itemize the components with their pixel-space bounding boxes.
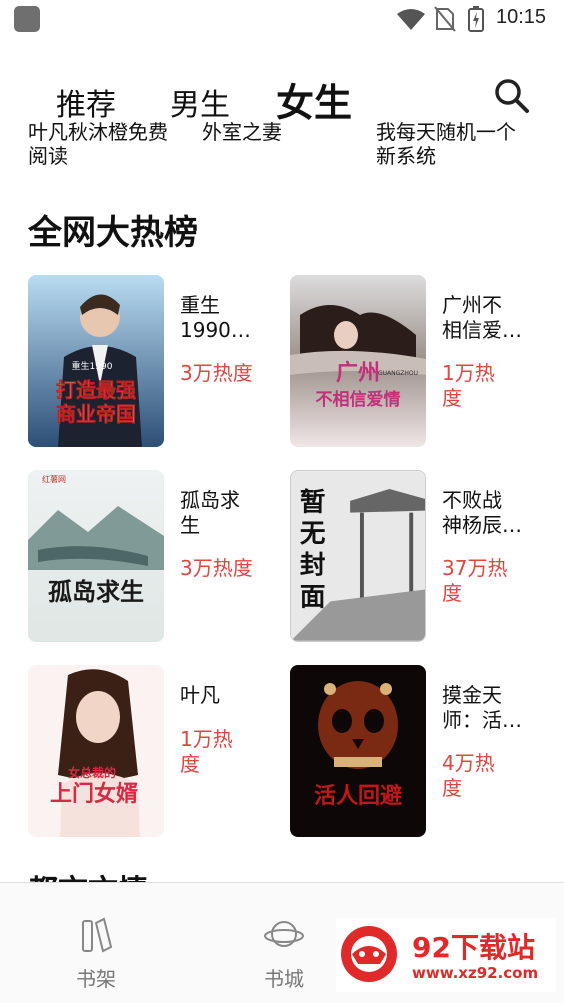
tab-male[interactable]: 男生 — [170, 80, 230, 124]
cover-title-text: 打造最强 — [56, 378, 136, 402]
status-bar: 10:15 — [0, 0, 564, 40]
nav-bookstore[interactable]: 书城 — [244, 915, 324, 992]
cover-title-text: 暂 — [300, 487, 326, 518]
book-card[interactable]: 活人回避 摸金天 师：活… 4万热 度 — [290, 665, 540, 840]
cover-title-text: 不相信爱情 — [316, 389, 401, 410]
watermark-logo-icon — [341, 926, 397, 982]
book-title[interactable]: 广州不 相信爱… — [442, 293, 532, 343]
book-card[interactable]: 女总裁的 上门女婿 叶凡 1万热 度 — [28, 665, 278, 840]
watermark-name: 92下载站 — [412, 931, 535, 964]
book-card[interactable]: 暂 无 封 面 不败战 神杨辰… 37万热 度 — [290, 470, 540, 645]
cover-small-text: 红薯网 — [42, 474, 66, 484]
cover-small-text: 女总裁的 — [68, 765, 116, 780]
tab-recommend[interactable]: 推荐 — [56, 80, 116, 124]
cover-title-text: 孤岛求生 — [48, 578, 144, 606]
book-card[interactable]: 广州 不相信爱情 GUANGZHOU 广州不 相信爱… 1万热 度 — [290, 275, 540, 450]
cover-small-text: GUANGZHOU — [378, 370, 418, 377]
book-title[interactable]: 叶凡 — [180, 683, 270, 708]
planet-icon — [264, 921, 304, 947]
cover-title-text: 封 — [300, 551, 326, 581]
book-card[interactable]: 孤岛求生 红薯网 孤岛求 生 3万热度 — [28, 470, 278, 645]
cover-title-text: 无 — [300, 519, 326, 549]
watermark-url: www.xz92.com — [412, 964, 539, 982]
recommend-item[interactable]: 叶凡秋沐橙免费 阅读 — [28, 120, 168, 168]
app-notification-icon — [14, 6, 40, 32]
book-cover[interactable]: 打造最强 商业帝国 重生1990 — [28, 275, 164, 447]
book-title[interactable]: 重生 1990… — [180, 293, 270, 343]
book-heat: 3万热度 — [180, 361, 253, 385]
book-title[interactable]: 孤岛求 生 — [180, 488, 270, 538]
wifi-icon — [397, 9, 425, 30]
section-title: 全网大热榜 — [28, 213, 198, 253]
book-cover[interactable]: 广州 不相信爱情 GUANGZHOU — [290, 275, 426, 447]
watermark: 92下载站 www.xz92.com — [336, 918, 556, 992]
cover-title-text: 广州 — [336, 360, 380, 386]
search-icon[interactable] — [494, 78, 530, 114]
cover-small-text: 重生1990 — [72, 360, 113, 372]
book-cover[interactable]: 女总裁的 上门女婿 — [28, 665, 164, 837]
recommend-item[interactable]: 外室之妻 — [202, 120, 282, 144]
nav-bookshelf[interactable]: 书架 — [56, 915, 136, 992]
cover-title-text: 上门女婿 — [50, 781, 138, 807]
clock: 10:15 — [496, 6, 547, 28]
book-heat: 37万热 度 — [442, 556, 508, 605]
battery-charging-icon — [468, 6, 484, 32]
nav-bookshelf-label: 书架 — [76, 967, 116, 991]
book-card[interactable]: 打造最强 商业帝国 重生1990 重生 1990… 3万热度 — [28, 275, 278, 450]
book-cover[interactable]: 孤岛求生 红薯网 — [28, 470, 164, 642]
book-heat: 1万热 度 — [442, 361, 495, 410]
cover-title-text: 面 — [300, 582, 326, 612]
nav-bookstore-label: 书城 — [264, 967, 304, 991]
book-heat: 1万热 度 — [180, 727, 233, 776]
recommend-item[interactable]: 我每天随机一个 新系统 — [376, 120, 516, 168]
bookshelf-icon — [82, 917, 113, 953]
cover-title-text: 活人回避 — [314, 783, 402, 809]
book-heat: 4万热 度 — [442, 751, 495, 800]
book-cover[interactable]: 暂 无 封 面 — [290, 470, 426, 642]
cover-title-text: 商业帝国 — [56, 402, 136, 426]
book-title[interactable]: 不败战 神杨辰… — [442, 488, 532, 538]
book-cover[interactable]: 活人回避 — [290, 665, 426, 837]
tab-female[interactable]: 女生 — [276, 72, 352, 127]
book-heat: 3万热度 — [180, 556, 253, 580]
book-title[interactable]: 摸金天 师：活… — [442, 683, 532, 733]
no-sim-icon — [434, 6, 456, 32]
